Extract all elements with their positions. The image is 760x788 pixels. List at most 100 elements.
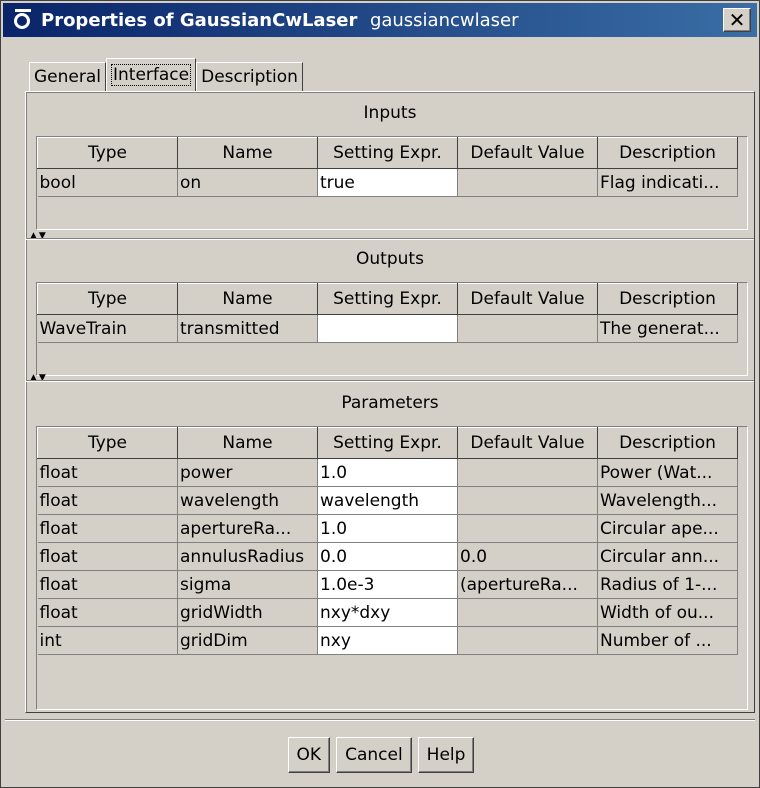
- setting-expr-cell[interactable]: nxy*dxy: [317, 598, 458, 627]
- column-header[interactable]: Type: [37, 137, 178, 169]
- name-cell: power: [177, 458, 318, 487]
- description-cell: The generat...: [597, 314, 738, 343]
- column-header[interactable]: Type: [37, 427, 178, 459]
- setting-expr-cell[interactable]: 1.0: [317, 514, 458, 543]
- name-cell: gridDim: [177, 626, 318, 655]
- tab-general[interactable]: General: [29, 62, 106, 91]
- inputs-outputs-splitter[interactable]: ▲▼: [26, 232, 754, 242]
- setting-expr-cell[interactable]: [317, 314, 458, 343]
- type-cell: bool: [37, 168, 178, 197]
- window-title: Properties of GaussianCwLaser gaussiancw…: [41, 9, 519, 31]
- column-header[interactable]: Description: [597, 137, 738, 169]
- outputs-table-scroll[interactable]: Type Name Setting Expr. Default Value Descri…: [36, 282, 748, 376]
- name-cell: sigma: [177, 570, 318, 599]
- inputs-title: Inputs: [363, 103, 417, 123]
- setting-expr-cell[interactable]: 0.0: [317, 542, 458, 571]
- description-cell: Number of ...: [597, 626, 738, 655]
- default-cell: [457, 168, 598, 197]
- column-header[interactable]: Setting Expr.: [317, 137, 458, 169]
- column-header[interactable]: Default Value: [457, 283, 598, 315]
- column-header[interactable]: Setting Expr.: [317, 427, 458, 459]
- table-row[interactable]: WaveTrain transmitted The generat...: [37, 314, 738, 343]
- description-cell: Width of ou...: [597, 598, 738, 627]
- outputs-parameters-splitter[interactable]: ▲▼: [26, 374, 754, 384]
- bottom-separator: [5, 719, 755, 721]
- properties-dialog: Properties of GaussianCwLaser gaussiancw…: [0, 0, 760, 788]
- close-icon: ✕: [728, 8, 746, 32]
- type-cell: float: [37, 458, 178, 487]
- description-cell: Circular ape...: [597, 514, 738, 543]
- column-header[interactable]: Name: [177, 137, 318, 169]
- description-cell: Power (Wat...: [597, 458, 738, 487]
- inputs-table: Type Name Setting Expr. Default Value Descri…: [37, 137, 738, 197]
- table-header-row: Type Name Setting Expr. Default Value Descri…: [37, 283, 738, 315]
- parameters-section: Parameters Type Name Setting Expr. Default …: [28, 388, 752, 710]
- default-cell: [457, 486, 598, 515]
- table-row[interactable]: bool on true Flag indicati...: [37, 168, 738, 197]
- table-row[interactable]: float gridWidth nxy*dxy Width of ou...: [37, 598, 738, 627]
- help-button[interactable]: Help: [417, 737, 475, 773]
- parameters-table: Type Name Setting Expr. Default Value Descri…: [37, 427, 738, 655]
- name-cell: apertureRa...: [177, 514, 318, 543]
- table-row[interactable]: float sigma 1.0e-3 (apertureRa... Radius of …: [37, 570, 738, 599]
- default-cell: 0.0: [457, 542, 598, 571]
- table-row[interactable]: int gridDim nxy Number of ...: [37, 626, 738, 655]
- table-header-row: Type Name Setting Expr. Default Value Descri…: [37, 137, 738, 169]
- type-cell: float: [37, 598, 178, 627]
- button-bar: OK Cancel Help: [1, 737, 760, 773]
- description-cell: Wavelength...: [597, 486, 738, 515]
- default-cell: [457, 598, 598, 627]
- app-icon: [13, 9, 33, 31]
- table-header-row: Type Name Setting Expr. Default Value Descri…: [37, 427, 738, 459]
- table-row[interactable]: float wavelength wavelength Wavelength...: [37, 486, 738, 515]
- name-cell: gridWidth: [177, 598, 318, 627]
- outputs-title: Outputs: [356, 249, 424, 269]
- inputs-table-scroll[interactable]: Type Name Setting Expr. Default Value Descri…: [36, 136, 748, 230]
- default-cell: [457, 458, 598, 487]
- type-cell: float: [37, 486, 178, 515]
- type-cell: int: [37, 626, 178, 655]
- interface-panel: Inputs Type Name Setting Expr. Default Valu…: [25, 91, 755, 713]
- setting-expr-cell[interactable]: nxy: [317, 626, 458, 655]
- description-cell: Flag indicati...: [597, 168, 738, 197]
- close-button[interactable]: ✕: [723, 8, 751, 32]
- column-header[interactable]: Setting Expr.: [317, 283, 458, 315]
- name-cell: on: [177, 168, 318, 197]
- description-cell: Circular ann...: [597, 542, 738, 571]
- title-bar[interactable]: Properties of GaussianCwLaser gaussiancw…: [3, 3, 757, 37]
- setting-expr-cell[interactable]: 1.0e-3: [317, 570, 458, 599]
- type-cell: float: [37, 570, 178, 599]
- name-cell: transmitted: [177, 314, 318, 343]
- column-header[interactable]: Type: [37, 283, 178, 315]
- description-cell: Radius of 1-...: [597, 570, 738, 599]
- cancel-button[interactable]: Cancel: [336, 737, 412, 773]
- default-cell: (apertureRa...: [457, 570, 598, 599]
- default-cell: [457, 314, 598, 343]
- name-cell: annulusRadius: [177, 542, 318, 571]
- table-row[interactable]: float apertureRa... 1.0 Circular ape...: [37, 514, 738, 543]
- outputs-section: Outputs Type Name Setting Expr. Default Val…: [28, 244, 752, 376]
- table-row[interactable]: float power 1.0 Power (Wat...: [37, 458, 738, 487]
- default-cell: [457, 514, 598, 543]
- parameters-title: Parameters: [341, 393, 439, 413]
- column-header[interactable]: Name: [177, 283, 318, 315]
- column-header[interactable]: Default Value: [457, 137, 598, 169]
- type-cell: WaveTrain: [37, 314, 178, 343]
- setting-expr-cell[interactable]: true: [317, 168, 458, 197]
- outputs-table: Type Name Setting Expr. Default Value Descri…: [37, 283, 738, 343]
- tab-strip: General Interface Description: [29, 58, 303, 91]
- ok-button[interactable]: OK: [287, 737, 331, 773]
- default-cell: [457, 626, 598, 655]
- type-cell: float: [37, 542, 178, 571]
- column-header[interactable]: Description: [597, 283, 738, 315]
- table-row[interactable]: float annulusRadius 0.0 0.0 Circular ann...: [37, 542, 738, 571]
- column-header[interactable]: Name: [177, 427, 318, 459]
- setting-expr-cell[interactable]: 1.0: [317, 458, 458, 487]
- column-header[interactable]: Default Value: [457, 427, 598, 459]
- setting-expr-cell[interactable]: wavelength: [317, 486, 458, 515]
- tab-description[interactable]: Description: [196, 62, 303, 91]
- type-cell: float: [37, 514, 178, 543]
- parameters-table-scroll[interactable]: Type Name Setting Expr. Default Value Descri…: [36, 426, 748, 710]
- tab-interface[interactable]: Interface: [106, 58, 197, 91]
- column-header[interactable]: Description: [597, 427, 738, 459]
